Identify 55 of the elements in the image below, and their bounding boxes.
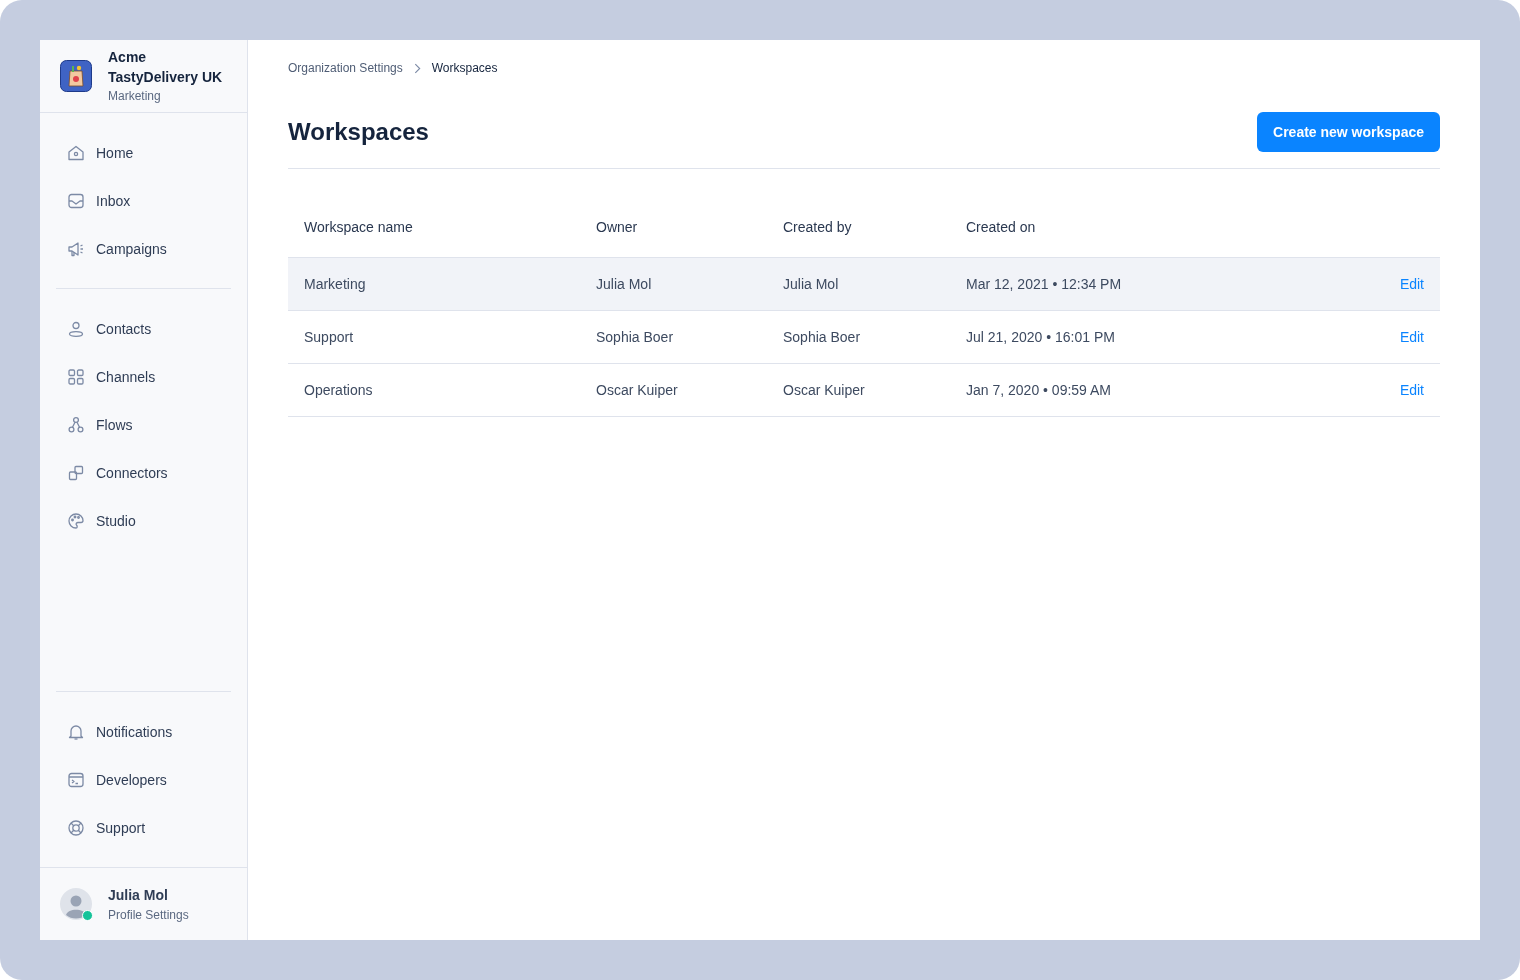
table-cell-text: Sophia Boer: [596, 329, 675, 345]
table-cell-text: Oscar Kuiper: [783, 382, 866, 398]
person-icon: [67, 320, 85, 338]
table-cell-text: Oscar Kuiper: [596, 382, 679, 398]
avatar-silhouette-icon: [60, 888, 92, 920]
create-workspace-button[interactable]: Create new workspace: [1257, 112, 1440, 152]
table-cell-text: Support: [304, 329, 355, 345]
lifebuoy-icon: [67, 819, 85, 837]
breadcrumb-link[interactable]: Workspaces: [431, 61, 498, 75]
megaphone-icon: [67, 240, 85, 258]
blocks-icon: [67, 464, 85, 482]
nav-item[interactable]: Developers: [40, 756, 247, 804]
nav-item[interactable]: Flows: [40, 401, 247, 449]
table-cell-text: Mar 12, 2021 • 12:34 PM: [966, 276, 1123, 292]
palette-icon: [67, 512, 85, 530]
page-title: Workspaces: [288, 118, 429, 146]
table-cell-text: Julia Mol: [783, 276, 840, 292]
profile-settings-link[interactable]: Profile Settings: [108, 907, 189, 922]
column-header: Created on: [966, 219, 1037, 235]
table-cell-text: Jul 21, 2020 • 16:01 PM: [966, 329, 1116, 345]
flow-icon: [67, 416, 85, 434]
organization-name: TastyDelivery UK: [108, 69, 223, 85]
bell-icon: [67, 723, 85, 741]
table-row[interactable]: Support Sophia Boer Sophia Boer Jul 21, 2020 • 16:01 PM Edit: [288, 311, 1440, 364]
nav-item[interactable]: Connectors: [40, 449, 247, 497]
grocery-bag-logo-icon: [60, 60, 92, 92]
table-cell-text: Operations: [304, 382, 374, 398]
column-header: Created by: [783, 219, 853, 235]
grid-icon: [67, 368, 85, 386]
nav-item[interactable]: Home: [40, 129, 247, 177]
terminal-icon: [67, 771, 85, 789]
nav-item[interactable]: Support: [40, 804, 247, 852]
workspace-name: Marketing: [108, 89, 162, 103]
nav-item[interactable]: Notifications: [40, 708, 247, 756]
nav-item[interactable]: Campaigns: [40, 225, 247, 273]
column-header: Owner: [596, 219, 639, 235]
breadcrumb-link[interactable]: Organization Settings: [288, 61, 403, 75]
column-header: Workspace name: [304, 219, 414, 235]
table-row[interactable]: Marketing Julia Mol Julia Mol Mar 12, 2021 • 12:34 PM Edit: [288, 258, 1440, 311]
home-icon: [67, 144, 85, 162]
table-cell-text: Sophia Boer: [783, 329, 862, 345]
table-cell-text: Jan 7, 2020 • 09:59 AM: [966, 382, 1112, 398]
company-name: Acme: [108, 49, 148, 65]
chevron-right-icon: [413, 62, 421, 74]
nav-item[interactable]: Contacts: [40, 305, 247, 353]
table-cell-text: Julia Mol: [596, 276, 653, 292]
table-cell-text: Marketing: [304, 276, 367, 292]
nav-item[interactable]: Inbox: [40, 177, 247, 225]
profile-name: Julia Mol: [108, 886, 169, 903]
nav-item[interactable]: Channels: [40, 353, 247, 401]
inbox-icon: [67, 192, 85, 210]
nav-item[interactable]: Studio: [40, 497, 247, 545]
edit-link[interactable]: Edit: [1399, 382, 1424, 398]
edit-link[interactable]: Edit: [1399, 329, 1424, 345]
table-row[interactable]: Operations Oscar Kuiper Oscar Kuiper Jan 7, 2020 • 09:59 AM Edit: [288, 364, 1440, 417]
